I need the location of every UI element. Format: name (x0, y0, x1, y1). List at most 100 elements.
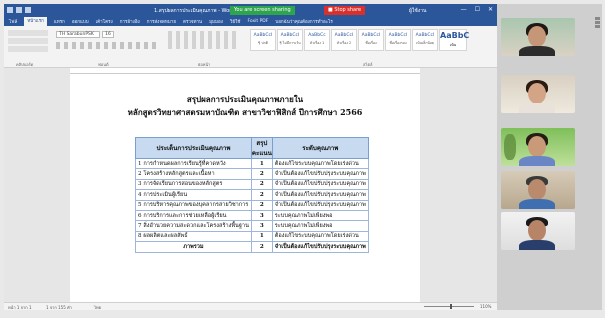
stop-share-button[interactable]: ■ Stop share (324, 6, 366, 15)
participant-video-3[interactable] (501, 128, 575, 166)
page-count[interactable]: หน้า 1 จาก 1 (8, 304, 32, 311)
table-row: 3 การจัดเรียนการสอนของหลักสูตร 2 จำเป็นต้อ… (135, 178, 369, 191)
cell-score: 2 (250, 168, 273, 180)
group-label-styles: สไตล์ (363, 62, 373, 67)
panel-controls[interactable] (595, 17, 600, 29)
cell-score: 2 (250, 178, 273, 191)
tab-insert[interactable]: แทรก (54, 18, 65, 25)
style-subtitle[interactable]: AaBbCcI ชื่อเรื่องรอง (385, 29, 411, 51)
table-body: 1 การกำหนดผลการเรียนรู้ที่คาดหวัง 1 ต้องแก… (135, 157, 369, 253)
participant-video-5[interactable] (501, 212, 575, 250)
cell-level: จำเป็นต้องแก้ไขปรับปรุงระบบคุณภาพ (271, 199, 369, 211)
document-page[interactable]: สรุปผลการประเมินคุณภาพภายใน หลักสูตรวิทย… (70, 74, 420, 302)
cell-level: จำเป็นต้องแก้ไขปรับปรุงระบบคุณภาพ (271, 168, 369, 180)
style-heading-2[interactable]: AaBbCcI หัวเรื่อง 2 (331, 29, 357, 51)
cell-score: 3 (250, 209, 273, 222)
table-row: 7 สิ่งอำนวยความสะดวกและโครงสร้างพื้นฐาน 3… (135, 220, 369, 232)
table-total-row: ภาพรวม 2 จำเป็นต้องแก้ไขปรับปรุงระบบคุณภาพ (135, 241, 369, 253)
tab-review[interactable]: ตรวจทาน (183, 18, 202, 25)
cell-total-level: จำเป็นต้องแก้ไขปรับปรุงระบบคุณภาพ (271, 241, 369, 253)
cell-level: ต้องแก้ไขระบบคุณภาพโดยเร่งด่วน (271, 157, 369, 170)
group-label-paragraph: ย่อหน้า (198, 62, 211, 67)
paragraph-buttons[interactable] (168, 31, 238, 49)
share-label: You are screen sharing (234, 7, 291, 13)
style-title[interactable]: AaBbCcI ชื่อเรื่อง (358, 29, 384, 51)
tab-mailings[interactable]: การส่งจดหมาย (147, 18, 176, 25)
word-count[interactable]: 1 จาก 155 คำ (46, 304, 72, 311)
style-sample: AaBbCcI (280, 33, 300, 38)
group-label-font: ฟอนต์ (98, 62, 109, 67)
font-name-select[interactable]: TH SarabunPSK (56, 31, 100, 38)
participant-video-1[interactable] (501, 18, 575, 56)
tab-view[interactable]: มุมมอง (209, 18, 223, 25)
assessment-table: ประเด็นการประเมินคุณภาพ สรุปคะแนน ระดับค… (135, 137, 369, 253)
clipboard-group (8, 30, 48, 60)
style-emphasis[interactable]: AaBbC เน้น (439, 29, 470, 51)
font-size-select[interactable]: 16 (102, 31, 114, 38)
close-icon[interactable]: ✕ (488, 6, 493, 13)
tab-design[interactable]: ออกแบบ (72, 18, 89, 25)
zoom-level[interactable]: 110% (480, 304, 491, 309)
undo-icon[interactable] (16, 7, 22, 13)
word-title-bar: 1.สรุปผลการประเมินคุณภาพ - Word You are … (4, 4, 497, 17)
ribbon-tabs: ไฟล์ หน้าแรก แทรก ออกแบบ เค้าโครง การอ้า… (4, 17, 497, 26)
table-row: 2 โครงสร้างหลักสูตรและเนื้อหา 2 จำเป็นต้อง… (135, 168, 369, 180)
cell-level: จำเป็นต้องแก้ไขปรับปรุงระบบคุณภาพ (271, 178, 369, 191)
style-sample: AaBbCcI (415, 33, 435, 38)
document-heading-line1: สรุปผลการประเมินคุณภาพภายใน (186, 94, 304, 104)
cell-score: 3 (250, 220, 273, 232)
maximize-icon[interactable]: ☐ (475, 6, 480, 13)
style-name: เน้น (450, 43, 456, 47)
style-name: ¶ ปกติ (258, 41, 268, 45)
tab-home[interactable]: หน้าแรก (24, 17, 47, 26)
participant-video-2[interactable] (501, 75, 575, 113)
tab-layout[interactable]: เค้าโครง (96, 18, 113, 25)
cell-level: ระบบคุณภาพไม่เพียงพอ (271, 209, 369, 222)
table-row: 1 การกำหนดผลการเรียนรู้ที่คาดหวัง 1 ต้องแก… (135, 157, 369, 170)
participant-video-4[interactable] (501, 171, 575, 209)
cell-level: ระบบคุณภาพไม่เพียงพอ (271, 220, 369, 232)
document-title: 1.สรุปผลการประเมินคุณภาพ - Word (154, 8, 235, 14)
style-name: หัวเรื่อง 2 (336, 41, 352, 45)
save-icon[interactable] (7, 7, 13, 13)
group-label-clipboard: คลิปบอร์ด (16, 62, 34, 67)
language-indicator[interactable]: ไทย (94, 304, 101, 311)
cell-score: 2 (250, 199, 273, 211)
account-name[interactable]: ผู้ใช้งาน (409, 7, 426, 15)
style-normal[interactable]: AaBbCcI ¶ ปกติ (250, 29, 276, 51)
cell-level: ต้องแก้ไขระบบคุณภาพโดยเร่งด่วน (271, 230, 369, 243)
style-subtle-emphasis[interactable]: AaBbCcI เน้นเล็กน้อย (412, 29, 438, 51)
ribbon-home: TH SarabunPSK 16 AaBbCcI ¶ ปกติ AaBbCcI ¶ … (4, 26, 497, 68)
redo-icon[interactable] (25, 7, 31, 13)
cut-button[interactable] (8, 30, 48, 36)
style-no-spacing[interactable]: AaBbCcI ¶ ไม่มีการเว้น (277, 29, 303, 51)
copy-button[interactable] (8, 38, 48, 44)
style-name: เน้นเล็กน้อย (416, 41, 434, 45)
cell-level: จำเป็นต้องแก้ไขปรับปรุงระบบคุณภาพ (271, 189, 369, 201)
cell-total-score: 2 (250, 241, 273, 253)
status-bar: หน้า 1 จาก 1 1 จาก 155 คำ ไทย 110% (4, 302, 497, 310)
style-sample: AaBbCcI (334, 33, 354, 38)
minimize-icon[interactable]: — (461, 6, 467, 13)
style-name: ชื่อเรื่องรอง (389, 41, 407, 45)
font-format-buttons[interactable] (56, 42, 160, 49)
tab-references[interactable]: การอ้างอิง (120, 18, 140, 25)
table-row: 4 การประเมินผู้เรียน 2 จำเป็นต้องแก้ไขปรับ… (135, 189, 369, 201)
tab-foxit[interactable]: Foxit PDF (247, 19, 268, 24)
format-painter-button[interactable] (8, 46, 48, 52)
style-sample: AaBbC (440, 31, 470, 40)
cell-score: 2 (250, 189, 273, 201)
tab-file[interactable]: ไฟล์ (9, 18, 17, 25)
cell-criteria: 4 การประเมินผู้เรียน (135, 189, 252, 201)
style-heading-1[interactable]: AaBbCc หัวเรื่อง 1 (304, 29, 330, 51)
document-area[interactable]: สรุปผลการประเมินคุณภาพภายใน หลักสูตรวิทย… (4, 68, 497, 302)
zoom-slider-handle[interactable] (450, 304, 452, 309)
tell-me-search[interactable]: บอกฉันว่าคุณต้องการทำอะไร (275, 18, 332, 25)
table-header-row: ประเด็นการประเมินคุณภาพ สรุปคะแนน ระดับค… (135, 137, 369, 159)
cell-score: 1 (250, 230, 273, 243)
style-name: หัวเรื่อง 1 (309, 41, 325, 45)
quick-access-toolbar (7, 7, 43, 14)
table-row: 6 การบริการและการช่วยเหลือผู้เรียน 3 ระบบค… (135, 209, 369, 222)
zoom-slider[interactable] (424, 306, 474, 307)
tab-help[interactable]: วิธีใช้ (230, 18, 241, 25)
